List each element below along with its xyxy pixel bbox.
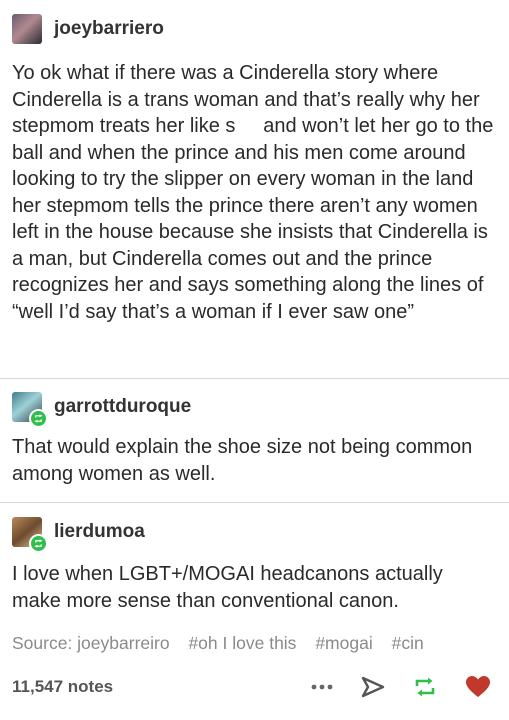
divider	[0, 502, 509, 503]
username[interactable]: garrottduroque	[54, 396, 191, 418]
reblog-icon[interactable]	[413, 676, 437, 698]
username[interactable]: lierdumoa	[54, 521, 145, 543]
post-body: Yo ok what if there was a Cinderella sto…	[12, 62, 494, 323]
avatar[interactable]	[12, 14, 42, 44]
tag-row: Source: joeybarreiro #oh I love this #mo…	[12, 633, 509, 654]
post-body: That would explain the shoe size not bei…	[12, 436, 473, 485]
post-actions	[311, 675, 491, 699]
post-header-2: garrottduroque	[12, 392, 191, 428]
share-icon[interactable]	[361, 676, 385, 698]
reblog-badge-icon	[29, 409, 48, 428]
more-icon[interactable]	[311, 684, 333, 690]
avatar[interactable]	[12, 517, 48, 553]
source-link[interactable]: Source: joeybarreiro	[12, 633, 170, 653]
notes-count[interactable]: 11,547 notes	[12, 677, 113, 697]
tag-link[interactable]: #cin	[392, 633, 424, 653]
like-icon[interactable]	[465, 675, 491, 699]
post-footer: 11,547 notes	[12, 672, 491, 702]
username[interactable]: joeybarriero	[54, 18, 164, 40]
post-header-1: joeybarriero	[12, 14, 164, 44]
tag-link[interactable]: #oh I love this	[188, 633, 296, 653]
reblog-badge-icon	[29, 534, 48, 553]
avatar[interactable]	[12, 392, 48, 428]
post-body: I love when LGBT+/MOGAI headcanons actua…	[12, 563, 443, 612]
post-header-3: lierdumoa	[12, 517, 145, 553]
tag-link[interactable]: #mogai	[315, 633, 372, 653]
divider	[0, 378, 509, 379]
